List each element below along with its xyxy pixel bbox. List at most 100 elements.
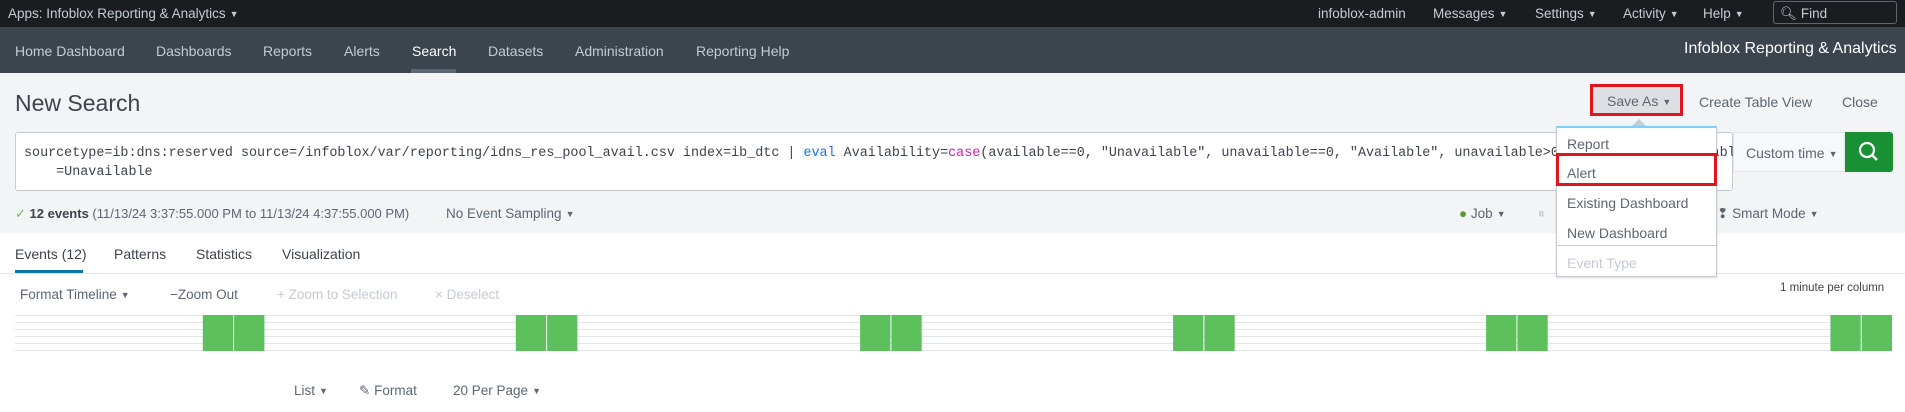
time-range-picker[interactable]: Custom time ▼: [1733, 132, 1845, 172]
activity-menu[interactable]: Activity ▼: [1623, 6, 1679, 21]
nav-reporting-help[interactable]: Reporting Help: [696, 43, 789, 59]
alert-highlight: [1556, 153, 1717, 186]
pencil-icon: ✎: [359, 383, 371, 398]
tab-visualization[interactable]: Visualization: [282, 246, 360, 262]
user-menu[interactable]: infoblox-admin: [1318, 6, 1406, 21]
caret-down-icon: ▼: [1662, 97, 1672, 107]
timeline-bar[interactable]: [1173, 315, 1204, 351]
timeline-bar[interactable]: [547, 315, 578, 351]
deselect-button[interactable]: × Deselect: [435, 287, 499, 302]
menu-item-existing-dashboard[interactable]: Existing Dashboard: [1567, 195, 1688, 211]
query-text: Availability=: [835, 146, 949, 161]
nav-datasets[interactable]: Datasets: [488, 43, 543, 59]
save-as-dropdown: Report Alert Existing Dashboard New Dash…: [1556, 126, 1717, 277]
page-title: New Search: [15, 90, 141, 116]
save-as-button[interactable]: Save As ▼: [1590, 84, 1683, 116]
timeline-scale: 1 minute per column: [1780, 282, 1885, 294]
timeline-bar[interactable]: [1486, 315, 1517, 351]
caret-down-icon: ▼: [1496, 209, 1506, 219]
format-label: Format: [374, 383, 417, 398]
app-label: Apps: Infoblox Reporting & Analytics: [8, 6, 226, 21]
caret-down-icon: ▼: [532, 386, 541, 396]
per-page-menu[interactable]: 20 Per Page ▼: [453, 383, 541, 398]
event-sampling-menu[interactable]: No Event Sampling ▼: [446, 206, 574, 221]
pause-icon[interactable]: ⏸︎: [1538, 206, 1545, 222]
nav-reports[interactable]: Reports: [263, 43, 312, 59]
query-text: sourcetype=ib:dns:reserved source=/infob…: [24, 146, 804, 161]
search-query-input[interactable]: sourcetype=ib:dns:reserved source=/infob…: [15, 132, 1776, 191]
caret-down-icon: ▼: [565, 209, 575, 219]
timeline-bar[interactable]: [515, 315, 547, 351]
job-menu[interactable]: ● Job ▼: [1459, 206, 1506, 221]
caret-down-icon: ▼: [1809, 209, 1819, 219]
query-text-line2: =Unavailable: [24, 165, 153, 180]
close-button[interactable]: Close: [1842, 94, 1878, 110]
messages-menu[interactable]: Messages ▼: [1433, 6, 1507, 21]
tab-statistics[interactable]: Statistics: [196, 246, 252, 262]
messages-label: Messages: [1433, 6, 1495, 21]
x-icon: ×: [435, 287, 443, 302]
list-view-menu[interactable]: List ▼: [294, 383, 328, 398]
caret-down-icon: ▼: [1828, 149, 1838, 159]
time-range-label: Custom time: [1746, 145, 1825, 161]
mode-label: Smart Mode: [1732, 206, 1806, 221]
timeline-chart[interactable]: [15, 315, 1893, 351]
tab-patterns[interactable]: Patterns: [114, 246, 166, 262]
search-mode-menu[interactable]: ❢ Smart Mode ▼: [1717, 206, 1819, 222]
timeline-bar[interactable]: [202, 315, 234, 351]
minus-icon: −: [170, 287, 178, 302]
menu-item-new-dashboard[interactable]: New Dashboard: [1567, 225, 1667, 241]
search-icon: [1858, 141, 1878, 161]
event-count: 12 events: [29, 206, 89, 221]
timeline-bar[interactable]: [1861, 315, 1892, 351]
per-page-label: 20 Per Page: [453, 383, 529, 398]
check-icon: ✓: [15, 206, 26, 221]
top-bar: Apps: Infoblox Reporting & Analytics ▼ in…: [0, 0, 1905, 27]
settings-label: Settings: [1535, 6, 1584, 21]
format-timeline-label: Format Timeline: [20, 287, 117, 302]
format-button[interactable]: ✎ Format: [359, 383, 417, 399]
app-nav: Home Dashboard Dashboards Reports Alerts…: [0, 27, 1905, 73]
lightbulb-icon: ❢: [1717, 206, 1729, 221]
save-as-label: Save As: [1607, 93, 1659, 109]
caret-down-icon: ▼: [120, 290, 130, 300]
find-placeholder: Find: [1800, 6, 1828, 21]
menu-item-report[interactable]: Report: [1567, 136, 1609, 152]
job-label: Job: [1470, 206, 1493, 221]
tab-events[interactable]: Events (12): [15, 246, 87, 262]
run-search-button[interactable]: [1845, 132, 1893, 172]
brand-title: Infoblox Reporting & Analytics: [1684, 40, 1897, 57]
zoom-to-selection-button[interactable]: + Zoom to Selection: [277, 287, 397, 302]
help-label: Help: [1703, 6, 1731, 21]
find-input[interactable]: 🔍︎ Find: [1773, 1, 1897, 24]
caret-down-icon: ▼: [1498, 9, 1508, 19]
plus-icon: +: [277, 287, 285, 302]
app-menu[interactable]: Apps: Infoblox Reporting & Analytics ▼: [8, 6, 239, 21]
nav-alerts[interactable]: Alerts: [344, 43, 380, 59]
caret-down-icon: ▼: [1734, 9, 1744, 19]
caret-down-icon: ▼: [319, 386, 328, 396]
menu-divider: [1556, 245, 1717, 246]
timeline-bar[interactable]: [1204, 315, 1235, 351]
search-icon: 🔍︎: [1780, 6, 1798, 21]
help-menu[interactable]: Help ▼: [1703, 6, 1744, 21]
timeline-bar[interactable]: [1830, 315, 1861, 351]
settings-menu[interactable]: Settings ▼: [1535, 6, 1597, 21]
event-status: ✓ 12 events (11/13/24 3:37:55.000 PM to …: [15, 206, 409, 222]
format-timeline-menu[interactable]: Format Timeline ▼: [20, 287, 130, 302]
timeline-bar[interactable]: [1517, 315, 1548, 351]
timeline-bar[interactable]: [234, 315, 265, 351]
create-table-view-button[interactable]: Create Table View: [1699, 94, 1812, 110]
nav-search[interactable]: Search: [412, 43, 456, 59]
nav-administration[interactable]: Administration: [575, 43, 664, 59]
info-icon: ●: [1459, 206, 1468, 221]
sampling-label: No Event Sampling: [446, 206, 562, 221]
zoom-out-label: Zoom Out: [177, 287, 238, 302]
timeline-bar[interactable]: [891, 315, 922, 351]
zoom-out-button[interactable]: −Zoom Out: [170, 287, 238, 302]
caret-down-icon: ▼: [1587, 9, 1597, 19]
nav-dashboards[interactable]: Dashboards: [156, 43, 232, 59]
caret-down-icon: ▼: [229, 9, 239, 19]
nav-home-dashboard[interactable]: Home Dashboard: [15, 43, 125, 59]
timeline-bar[interactable]: [860, 315, 891, 351]
